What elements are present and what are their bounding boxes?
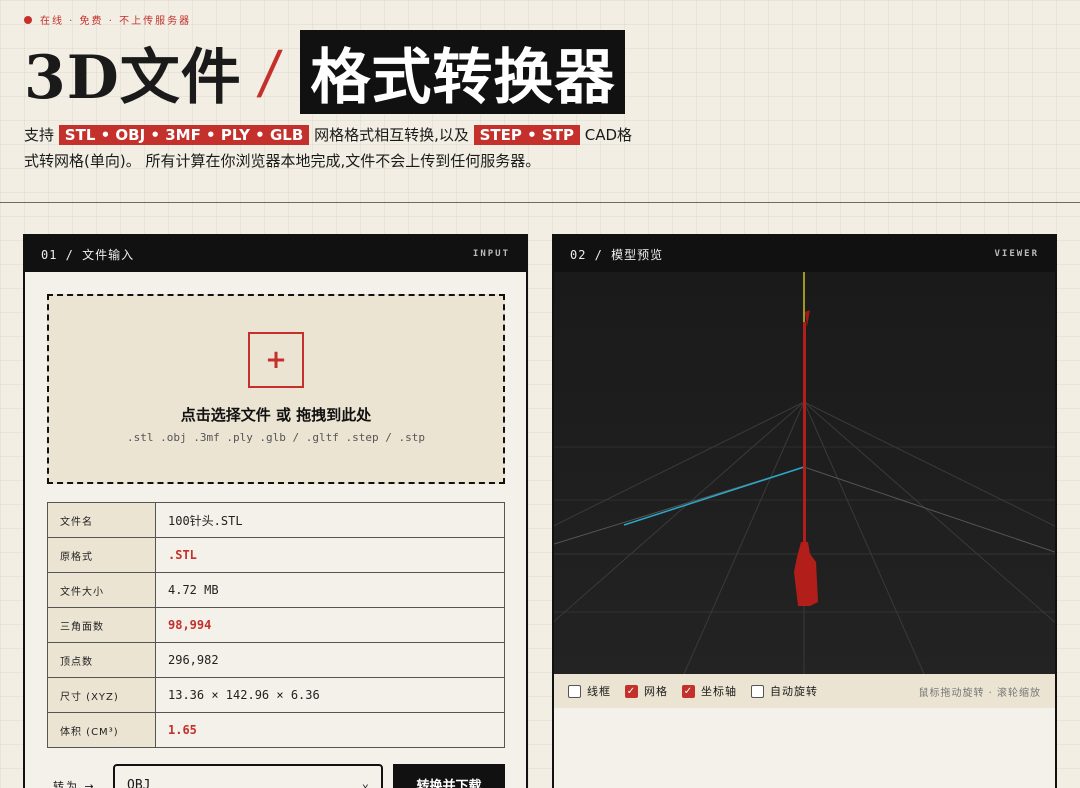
status-text: 在线 · 免费 · 不上传服务器 [40,16,192,27]
table-row: 尺寸 (XYZ) 13.36 × 142.96 × 6.36 [47,677,505,713]
page-title: 3D文件 / 格式转换器 [24,30,626,114]
info-value: 4.72 MB [155,572,505,608]
status-line: 在线 · 免费 · 不上传服务器 [24,12,191,27]
info-value: .STL [155,537,505,573]
info-value: 98,994 [155,607,505,643]
viewer-options-bar: 线框 ✓ 网格 ✓ 坐标轴 自动旋转 鼠标拖动旋转 · 滚轮缩放 [554,674,1055,708]
info-key: 体积 (CM³) [47,712,156,748]
info-key: 原格式 [47,537,156,573]
table-row: 文件大小 4.72 MB [47,572,505,608]
info-key: 文件名 [47,502,156,538]
convert-download-button[interactable]: 转换并下载 [393,764,505,788]
table-row: 三角面数 98,994 [47,607,505,643]
checkbox-label: 坐标轴 [701,685,737,698]
file-drop-zone[interactable]: + 点击选择文件 或 拖拽到此处 .stl .obj .3mf .ply .gl… [47,294,505,484]
checkbox-checked-icon: ✓ [625,684,638,698]
convert-row: 转为 → OBJ ⌄ 转换并下载 [47,764,507,788]
info-value: 13.36 × 142.96 × 6.36 [155,677,505,713]
chevron-down-icon: ⌄ [361,776,369,788]
3d-viewport[interactable] [554,272,1055,674]
checkbox-icon [751,684,764,698]
desc-text-1: 支持 [24,126,55,144]
drop-formats: .stl .obj .3mf .ply .glb / .gltf .step /… [126,431,425,444]
format-select-value: OBJ [127,778,151,788]
checkbox-label: 自动旋转 [770,685,818,698]
viewer-panel-tag: VIEWER [994,249,1039,259]
viewer-panel-header: 02 / 模型预览 VIEWER [554,236,1055,272]
viewer-panel: 02 / 模型预览 VIEWER 线框 ✓ 网格 ✓ 坐标轴 自动旋转 鼠标拖动… [552,234,1057,788]
divider [0,202,1080,203]
checkbox-label: 线框 [587,685,611,698]
info-value: 100针头.STL [155,502,505,538]
info-key: 顶点数 [47,642,156,678]
convert-label: 转为 → [53,780,96,788]
checkbox-icon [568,684,581,698]
status-dot-icon [24,15,32,24]
input-panel-header: 01 / 文件输入 INPUT [25,236,526,272]
title-part1: 3D文件 [24,42,242,113]
input-panel: 01 / 文件输入 INPUT + 点击选择文件 或 拖拽到此处 .stl .o… [23,234,528,788]
mesh-formats-tag: STL • OBJ • 3MF • PLY • GLB [58,125,310,145]
info-value: 296,982 [155,642,505,678]
file-info-table: 文件名 100针头.STL 原格式 .STL 文件大小 4.72 MB 三角面数… [47,502,505,748]
viewer-hint: 鼠标拖动旋转 · 滚轮缩放 [918,687,1041,699]
drop-title: 点击选择文件 或 拖拽到此处 [180,406,372,424]
input-panel-tag: INPUT [472,249,510,259]
table-row: 体积 (CM³) 1.65 [47,712,505,748]
info-key: 三角面数 [47,607,156,643]
cad-formats-tag: STEP • STP [473,125,580,145]
input-panel-title: 01 / 文件输入 [41,247,135,262]
viewport-scene [554,272,1055,674]
grid-checkbox[interactable]: ✓ 网格 [625,683,668,699]
wireframe-checkbox[interactable]: 线框 [568,683,611,699]
table-row: 原格式 .STL [47,537,505,573]
format-select[interactable]: OBJ ⌄ [113,764,383,788]
title-slash: / [255,38,286,106]
viewer-panel-title: 02 / 模型预览 [570,247,664,262]
checkbox-label: 网格 [644,685,668,698]
checkbox-checked-icon: ✓ [682,684,695,698]
table-row: 顶点数 296,982 [47,642,505,678]
desc-text-2: 网格格式相互转换,以及 [314,126,469,144]
axes-checkbox[interactable]: ✓ 坐标轴 [682,683,737,699]
auto-rotate-checkbox[interactable]: 自动旋转 [751,683,818,699]
table-row: 文件名 100针头.STL [47,502,505,538]
description: 支持 STL • OBJ • 3MF • PLY • GLB 网格格式相互转换,… [24,122,644,174]
info-key: 文件大小 [47,572,156,608]
title-part2: 格式转换器 [300,30,626,114]
info-value: 1.65 [155,712,505,748]
info-key: 尺寸 (XYZ) [47,677,156,713]
plus-icon: + [248,332,304,388]
